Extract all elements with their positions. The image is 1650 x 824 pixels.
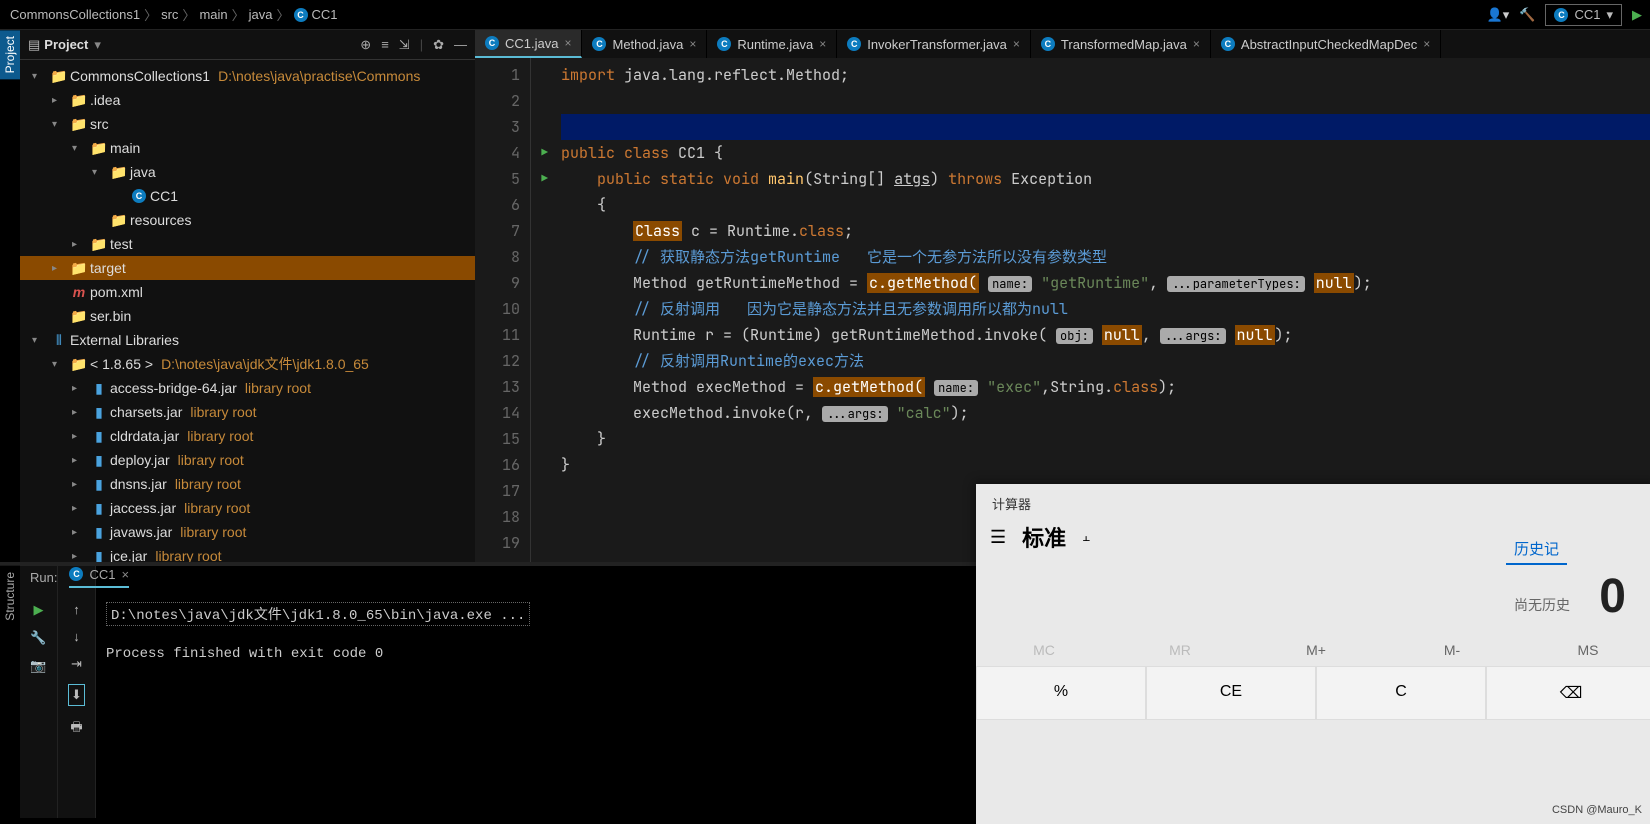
tree-item[interactable]: ▸▮javaws.jarlibrary root <box>20 520 475 544</box>
close-icon[interactable]: × <box>1423 37 1430 51</box>
calc-mem-btn[interactable]: M+ <box>1248 634 1384 666</box>
tree-item[interactable]: ▸▮access-bridge-64.jarlibrary root <box>20 376 475 400</box>
class-icon: C <box>294 8 308 22</box>
side-tab-structure[interactable]: Structure <box>0 566 20 627</box>
console-command: D:\notes\java\jdk文件\jdk1.8.0_65\bin\java… <box>106 602 530 626</box>
close-icon[interactable]: × <box>689 37 696 51</box>
tree-item[interactable]: ▸▮jaccess.jarlibrary root <box>20 496 475 520</box>
rerun-icon[interactable]: ▶ <box>34 602 44 618</box>
chevron-down-icon[interactable]: ▾ <box>94 37 101 53</box>
close-icon[interactable]: × <box>819 37 826 51</box>
breadcrumb-item[interactable]: java <box>249 7 273 22</box>
tree-item[interactable]: ▸▮deploy.jarlibrary root <box>20 448 475 472</box>
class-icon: C <box>1554 8 1568 22</box>
editor-tab[interactable]: CRuntime.java× <box>707 30 837 58</box>
print-icon[interactable]: 🖶 <box>70 718 82 740</box>
editor-tab[interactable]: CMethod.java× <box>582 30 707 58</box>
pin-icon[interactable]: ⫠ <box>1082 529 1090 545</box>
history-empty: 尚无历史 <box>1506 565 1650 645</box>
class-icon: C <box>69 567 83 581</box>
tree-item[interactable]: 📁resources <box>20 208 475 232</box>
up-icon[interactable]: ↑ <box>73 602 80 617</box>
run-icon[interactable]: ▶ <box>1632 7 1642 23</box>
wrap-icon[interactable]: ⇥ <box>71 656 82 672</box>
run-config-combo[interactable]: C CC1 ▾ <box>1545 4 1622 26</box>
tree-item[interactable]: ▾⫴External Libraries <box>20 328 475 352</box>
breadcrumb-item[interactable]: src <box>161 7 178 22</box>
calc-btn[interactable]: ⌫ <box>1486 666 1650 720</box>
breadcrumb-item[interactable]: CommonsCollections1 <box>10 7 140 22</box>
calc-mem-btn[interactable]: M- <box>1384 634 1520 666</box>
calculator-window[interactable]: 计算器 ☰ 标准 ⫠ 0 MCMRM+M-MS %CEC⌫ 历史记 尚无历史 <box>976 484 1650 824</box>
editor-tab[interactable]: CCC1.java× <box>475 30 582 58</box>
tree-item[interactable]: ▸▮dnsns.jarlibrary root <box>20 472 475 496</box>
camera-icon[interactable]: 📷 <box>30 658 46 674</box>
project-icon: ▤ <box>28 37 40 53</box>
close-icon[interactable]: × <box>121 567 129 582</box>
project-tree[interactable]: ▾📁CommonsCollections1D:\notes\java\pract… <box>20 60 475 562</box>
close-icon[interactable]: × <box>564 36 571 50</box>
top-bar: CommonsCollections1〉 src〉 main〉 java〉 C … <box>0 0 1650 30</box>
calc-mem-btn[interactable]: MR <box>1112 634 1248 666</box>
gear-icon[interactable]: ✿ <box>433 37 444 53</box>
run-toolbar-left: ▶ 🔧 📷 <box>20 566 58 818</box>
watermark: CSDN @Mauro_K <box>1552 804 1642 816</box>
tree-item[interactable]: mpom.xml <box>20 280 475 304</box>
run-tab-label[interactable]: CC1 <box>89 567 115 582</box>
close-icon[interactable]: × <box>1013 37 1020 51</box>
tree-item[interactable]: ▸📁target <box>20 256 475 280</box>
locate-icon[interactable]: ⊕ <box>360 37 371 53</box>
hamburger-icon[interactable]: ☰ <box>990 527 1006 548</box>
editor-tab[interactable]: CTransformedMap.java× <box>1031 30 1211 58</box>
wrench-icon[interactable]: 🔧 <box>30 630 46 646</box>
calc-btn[interactable]: CE <box>1146 666 1316 720</box>
tree-item[interactable]: ▾📁main <box>20 136 475 160</box>
gutter: 12345678910111213141516171819 <box>475 58 531 562</box>
expand-icon[interactable]: ⇲ <box>399 37 410 53</box>
user-icon[interactable]: 👤▾ <box>1487 7 1510 23</box>
calc-btn[interactable]: C <box>1316 666 1486 720</box>
scroll-icon[interactable]: ⬇ <box>68 684 85 706</box>
tree-item[interactable]: ▸📁test <box>20 232 475 256</box>
editor: CCC1.java×CMethod.java×CRuntime.java×CIn… <box>475 30 1650 562</box>
breadcrumb-item[interactable]: main <box>199 7 227 22</box>
editor-tab[interactable]: CAbstractInputCheckedMapDec× <box>1211 30 1441 58</box>
project-panel: ▤ Project ▾ ⊕ ≡ ⇲ | ✿ — ▾📁CommonsCollect… <box>20 30 475 562</box>
editor-tab[interactable]: CInvokerTransformer.java× <box>837 30 1031 58</box>
hide-icon[interactable]: — <box>454 37 467 53</box>
run-config-label: CC1 <box>1574 7 1600 22</box>
tree-item[interactable]: ▾📁< 1.8.65 >D:\notes\java\jdk文件\jdk1.8.0… <box>20 352 475 376</box>
editor-tabs: CCC1.java×CMethod.java×CRuntime.java×CIn… <box>475 30 1650 58</box>
run-label: Run: <box>30 570 57 585</box>
calc-mem-btn[interactable]: MC <box>976 634 1112 666</box>
tree-item[interactable]: ▸▮charsets.jarlibrary root <box>20 400 475 424</box>
breadcrumb[interactable]: CommonsCollections1〉 src〉 main〉 java〉 C … <box>0 5 338 24</box>
build-icon[interactable]: 🔨 <box>1519 7 1535 23</box>
calc-mode-label: 标准 <box>1022 521 1066 553</box>
tree-item[interactable]: 📁ser.bin <box>20 304 475 328</box>
chevron-down-icon: ▾ <box>1606 7 1613 23</box>
calc-btn[interactable]: % <box>976 666 1146 720</box>
close-icon[interactable]: × <box>1193 37 1200 51</box>
collapse-icon[interactable]: ≡ <box>381 37 389 53</box>
calc-title: 计算器 <box>976 484 1650 517</box>
side-tab-project[interactable]: Project <box>0 30 20 79</box>
tree-item[interactable]: ▸▮cldrdata.jarlibrary root <box>20 424 475 448</box>
tree-item[interactable]: ▾📁CommonsCollections1D:\notes\java\pract… <box>20 64 475 88</box>
history-tab[interactable]: 历史记 <box>1506 534 1567 565</box>
tree-item[interactable]: ▸▮jce.jarlibrary root <box>20 544 475 562</box>
project-title: Project <box>44 37 88 52</box>
tree-item[interactable]: ▸📁.idea <box>20 88 475 112</box>
tree-item[interactable]: CCC1 <box>20 184 475 208</box>
breadcrumb-item[interactable]: CC1 <box>312 7 338 22</box>
tree-item[interactable]: ▾📁src <box>20 112 475 136</box>
down-icon[interactable]: ↓ <box>73 629 80 644</box>
tree-item[interactable]: ▾📁java <box>20 160 475 184</box>
calc-button-row: %CEC⌫ <box>976 666 1650 720</box>
run-toolbar-right: ↑ ↓ ⇥ ⬇ 🖶 <box>58 566 96 818</box>
